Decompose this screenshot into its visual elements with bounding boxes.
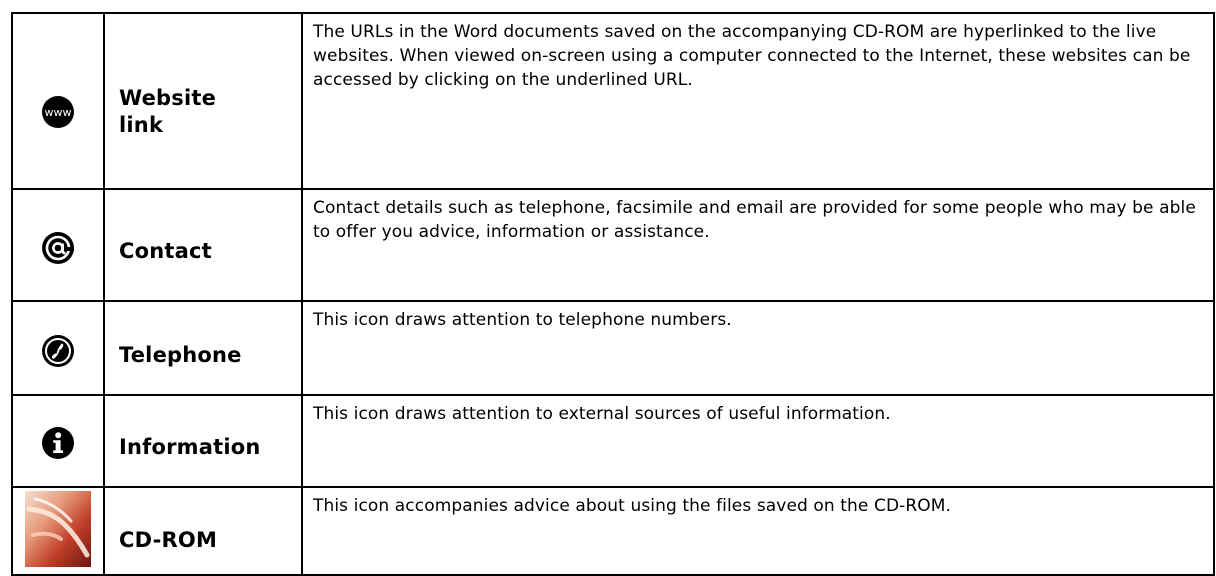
icon-cell	[11, 486, 105, 576]
description-cell: Contact details such as telephone, facsi…	[301, 188, 1215, 302]
cd-rom-icon	[25, 491, 91, 567]
row-description: This icon draws attention to telephone n…	[313, 310, 732, 330]
at-sign-icon	[42, 232, 74, 264]
row-name: CD-ROM	[119, 527, 218, 552]
name-cell: Telephone	[103, 300, 303, 396]
telephone-icon	[42, 335, 74, 367]
row-description: Contact details such as telephone, facsi…	[313, 198, 1196, 242]
name-cell: Website link	[103, 12, 303, 190]
table-row-contact: Contact Contact details such as telephon…	[11, 188, 1215, 302]
icon-cell	[11, 188, 105, 302]
svg-text:www: www	[45, 106, 72, 119]
description-cell: This icon accompanies advice about using…	[301, 486, 1215, 576]
name-cell: Information	[103, 394, 303, 488]
row-name-line1: Website	[119, 86, 217, 110]
icon-cell	[11, 300, 105, 396]
row-description: This icon draws attention to external so…	[313, 404, 891, 424]
table-row-cd-rom: CD-ROM This icon accompanies advice abou…	[11, 486, 1215, 576]
icon-cell: www	[11, 12, 105, 190]
name-cell: CD-ROM	[103, 486, 303, 576]
row-description: This icon accompanies advice about using…	[313, 496, 952, 516]
icon-legend-table: www Website link The URLs in the Word do…	[11, 12, 1215, 576]
row-name: Contact	[119, 238, 212, 263]
description-cell: This icon draws attention to telephone n…	[301, 300, 1215, 396]
name-cell: Contact	[103, 188, 303, 302]
table-row-information: Information This icon draws attention to…	[11, 394, 1215, 488]
information-icon	[42, 427, 74, 459]
row-name: Information	[119, 434, 261, 459]
icon-cell	[11, 394, 105, 488]
table-row-telephone: Telephone This icon draws attention to t…	[11, 300, 1215, 396]
row-name-line2: link	[119, 113, 164, 137]
table-row-website-link: www Website link The URLs in the Word do…	[11, 12, 1215, 190]
www-icon: www	[42, 96, 74, 128]
description-cell: This icon draws attention to external so…	[301, 394, 1215, 488]
row-name: Telephone	[119, 342, 242, 367]
description-cell: The URLs in the Word documents saved on …	[301, 12, 1215, 190]
row-description: The URLs in the Word documents saved on …	[313, 22, 1191, 90]
